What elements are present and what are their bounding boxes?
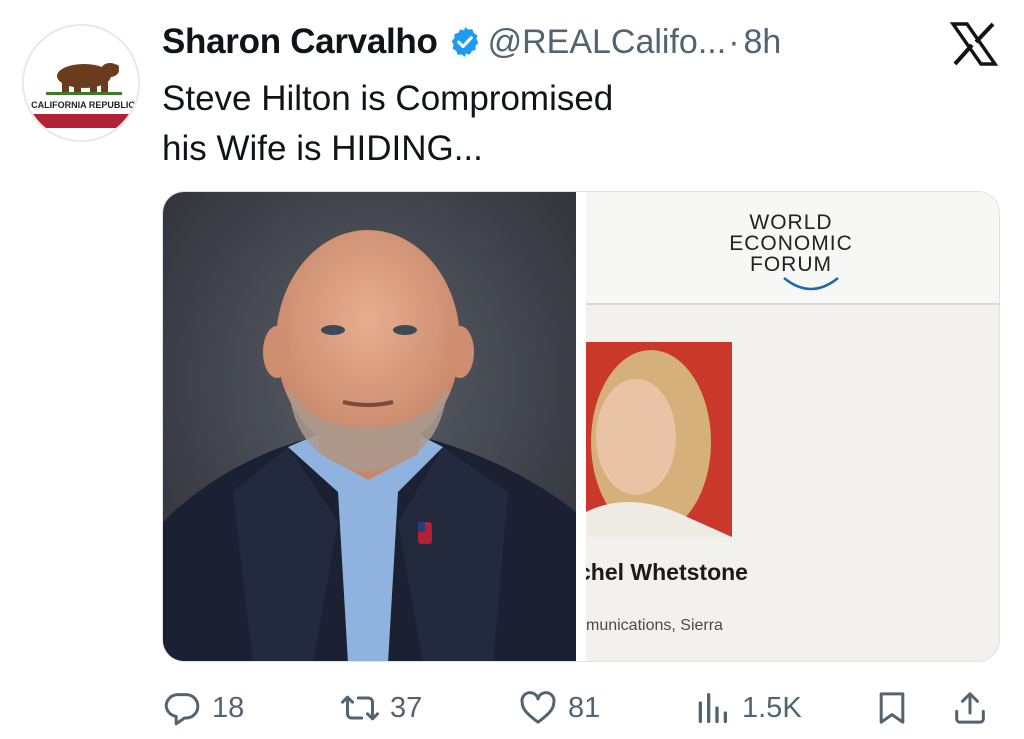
reply-icon — [164, 693, 200, 726]
avatar[interactable]: CALIFORNIA REPUBLIC — [22, 24, 140, 142]
media-left-photo[interactable] — [163, 192, 576, 661]
tweet-media[interactable]: WORLD ECONOMIC FORUM chel Whetstone muni… — [162, 191, 1000, 662]
media-right-photo[interactable]: WORLD ECONOMIC FORUM chel Whetstone muni… — [578, 192, 999, 661]
repost-button[interactable]: 37 — [340, 682, 422, 734]
author-handle[interactable]: @REALCalifo... — [488, 23, 727, 62]
author-name[interactable]: Sharon Carvalho — [162, 22, 438, 62]
tweet-timestamp[interactable]: 8h — [744, 23, 782, 62]
share-button[interactable] — [950, 682, 990, 734]
wef-logo-line-1: WORLD — [749, 211, 832, 234]
tweet-header: Sharon Carvalho @REALCalifo... · 8h — [162, 22, 781, 62]
wef-person-role: munications, Sierra — [586, 617, 723, 634]
reply-count: 18 — [212, 691, 245, 724]
portrait-man-image — [163, 192, 576, 661]
media-divider — [576, 192, 586, 661]
like-button[interactable]: 81 — [518, 682, 600, 734]
views-count: 1.5K — [742, 691, 802, 724]
wef-logo-line-2: ECONOMIC — [729, 232, 853, 255]
repost-icon — [341, 695, 379, 721]
like-icon — [520, 691, 556, 724]
grass-icon — [46, 92, 122, 95]
reply-button[interactable]: 18 — [162, 682, 244, 734]
wef-logo-line-3: FORUM — [750, 253, 832, 276]
views-button[interactable]: 1.5K — [692, 682, 802, 734]
repost-count: 37 — [390, 691, 423, 724]
share-icon — [955, 692, 985, 724]
tweet-text-line-1: Steve Hilton is Compromised — [162, 79, 614, 118]
like-count: 81 — [568, 691, 601, 724]
tweet-text: Steve Hilton is Compromised his Wife is … — [162, 74, 613, 174]
x-logo-icon[interactable] — [950, 22, 998, 66]
bookmark-button[interactable] — [872, 682, 912, 734]
california-flag-image: CALIFORNIA REPUBLIC — [24, 26, 138, 140]
dot-separator: · — [728, 22, 740, 61]
bookmark-icon — [879, 692, 905, 724]
views-icon — [698, 693, 727, 723]
tweet-text-line-2: his Wife is HIDING... — [162, 129, 483, 168]
verified-badge-icon — [451, 27, 478, 57]
avatar-flag-text: CALIFORNIA REPUBLIC — [31, 100, 135, 110]
tweet-action-bar: 18 37 81 1.5K — [0, 682, 1024, 734]
wef-person-name: chel Whetstone — [586, 559, 748, 585]
wef-profile-image: WORLD ECONOMIC FORUM chel Whetstone muni… — [578, 192, 999, 661]
